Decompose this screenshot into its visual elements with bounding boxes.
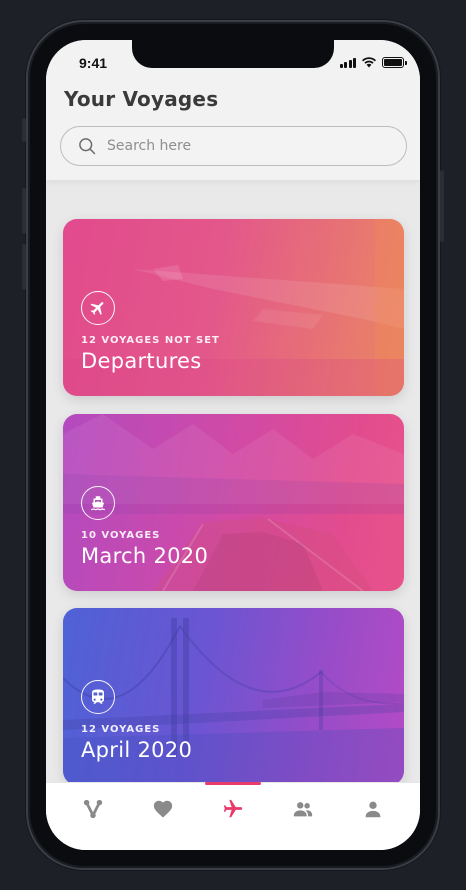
airplane-icon	[223, 799, 243, 818]
voyage-card-departures[interactable]: 12 VOYAGES NOT SET Departures	[63, 219, 404, 396]
volume-up-button	[22, 188, 26, 234]
status-time: 9:41	[79, 55, 108, 71]
card-subtitle: 12 VOYAGES	[81, 724, 161, 735]
profile-icon	[365, 801, 381, 818]
voyage-card-april-2020[interactable]: 12 VOYAGES April 2020	[63, 608, 404, 782]
tab-profile[interactable]	[345, 783, 401, 835]
battery-icon	[382, 56, 407, 68]
bottom-tab-bar	[46, 782, 420, 850]
wifi-icon	[362, 57, 376, 68]
screen: 9:41 Your Voyages Search here 12 VOYAGES…	[46, 40, 420, 850]
tab-favorites[interactable]	[135, 783, 191, 835]
card-subtitle: 12 VOYAGES NOT SET	[81, 335, 220, 346]
voyage-card-march-2020[interactable]: 10 VOYAGES March 2020	[63, 414, 404, 591]
card-title: April 2020	[81, 738, 193, 762]
card-title: March 2020	[81, 544, 209, 568]
signal-icon	[339, 57, 356, 68]
airplane-icon	[90, 302, 104, 315]
heart-icon	[153, 800, 173, 818]
card-icon-badge	[81, 291, 115, 325]
notch	[132, 40, 334, 68]
search-bar[interactable]	[60, 126, 407, 166]
mute-switch	[22, 118, 26, 142]
phone-frame: 9:41 Your Voyages Search here 12 VOYAGES…	[22, 20, 444, 870]
search-input[interactable]	[105, 137, 385, 155]
tab-group[interactable]	[275, 783, 331, 835]
card-title: Departures	[81, 349, 202, 373]
tab-routes[interactable]	[65, 783, 121, 835]
card-icon-badge	[81, 486, 115, 520]
power-button	[440, 170, 444, 242]
page-title: Your Voyages	[64, 87, 219, 111]
tab-voyages[interactable]	[205, 782, 261, 835]
ship-icon	[91, 496, 105, 511]
card-subtitle: 10 VOYAGES	[81, 530, 161, 541]
voyage-list: 12 VOYAGES NOT SET Departures 10 VOYAGES…	[46, 180, 420, 782]
card-icon-badge	[81, 680, 115, 714]
group-icon	[293, 802, 313, 817]
volume-down-button	[22, 244, 26, 290]
routes-icon	[83, 799, 103, 819]
search-icon	[79, 138, 96, 155]
status-icons	[339, 56, 407, 68]
train-icon	[92, 689, 104, 704]
